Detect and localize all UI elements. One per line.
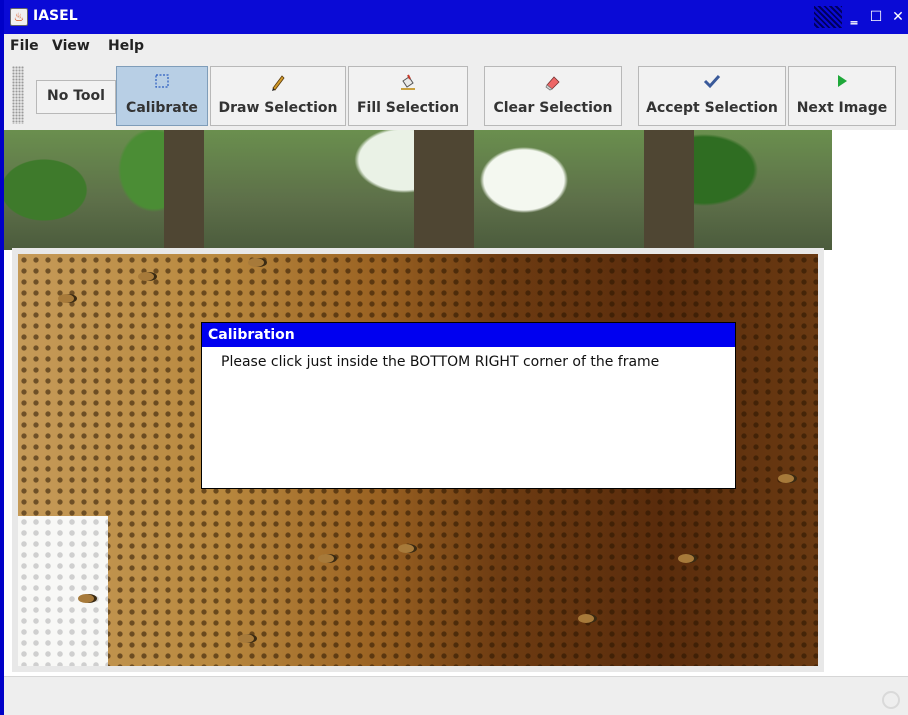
close-icon[interactable]: ✕ — [888, 6, 908, 28]
play-arrow-icon — [789, 73, 895, 91]
draw-selection-button[interactable]: Draw Selection — [210, 66, 346, 126]
bee — [238, 634, 254, 643]
java-app-icon: ♨ — [10, 8, 28, 26]
calibration-dialog: Calibration Please click just inside the… — [201, 322, 736, 489]
canvas-blank-area — [832, 130, 908, 676]
clear-selection-label: Clear Selection — [493, 100, 613, 116]
clear-selection-button[interactable]: Clear Selection — [484, 66, 622, 126]
checkmark-icon — [639, 73, 785, 91]
bee — [578, 614, 594, 623]
bee — [778, 474, 794, 483]
capped-comb-area — [18, 516, 108, 666]
menu-help[interactable]: Help — [108, 38, 144, 54]
status-bar — [4, 676, 908, 715]
app-window: ♨ IASEL ‗ ☐ ✕ File View Help No Tool Cal… — [0, 0, 908, 715]
tree-trunk — [414, 130, 474, 250]
bee — [678, 554, 694, 563]
minimize-icon[interactable]: ‗ — [844, 6, 864, 28]
accept-selection-label: Accept Selection — [646, 100, 778, 116]
next-image-button[interactable]: Next Image — [788, 66, 896, 126]
next-image-label: Next Image — [796, 100, 888, 116]
bee — [318, 554, 334, 563]
tree-trunk — [164, 130, 204, 250]
bee — [58, 294, 74, 303]
paint-bucket-icon — [349, 73, 467, 91]
fill-selection-label: Fill Selection — [356, 100, 460, 116]
calibrate-label: Calibrate — [126, 100, 198, 116]
bee — [138, 272, 154, 281]
title-bar-pattern — [814, 6, 842, 28]
accept-selection-button[interactable]: Accept Selection — [638, 66, 786, 126]
no-tool-button[interactable]: No Tool — [36, 80, 116, 114]
dialog-message: Please click just inside the BOTTOM RIGH… — [221, 354, 660, 370]
no-tool-label: No Tool — [47, 88, 105, 104]
menu-bar: File View Help — [4, 34, 908, 58]
calibrate-icon — [117, 73, 207, 91]
bee — [398, 544, 414, 553]
draw-selection-label: Draw Selection — [218, 100, 338, 116]
calibrate-button[interactable]: Calibrate — [116, 66, 208, 126]
menu-file[interactable]: File — [10, 38, 39, 54]
pencil-icon — [211, 73, 345, 91]
maximize-icon[interactable]: ☐ — [866, 6, 886, 28]
dialog-title: Calibration — [202, 323, 735, 347]
eraser-icon — [485, 73, 621, 91]
bee — [78, 594, 94, 603]
bee — [248, 258, 264, 267]
menu-view[interactable]: View — [52, 38, 90, 54]
fill-selection-button[interactable]: Fill Selection — [348, 66, 468, 126]
title-bar[interactable]: ♨ IASEL ‗ ☐ ✕ — [4, 0, 908, 34]
tree-trunk — [644, 130, 694, 250]
toolbar-grip[interactable] — [12, 66, 24, 124]
window-title: IASEL — [33, 8, 78, 24]
toolbar: No Tool Calibrate Draw Selection Fill Se… — [4, 60, 908, 130]
busy-indicator-icon — [882, 691, 900, 709]
